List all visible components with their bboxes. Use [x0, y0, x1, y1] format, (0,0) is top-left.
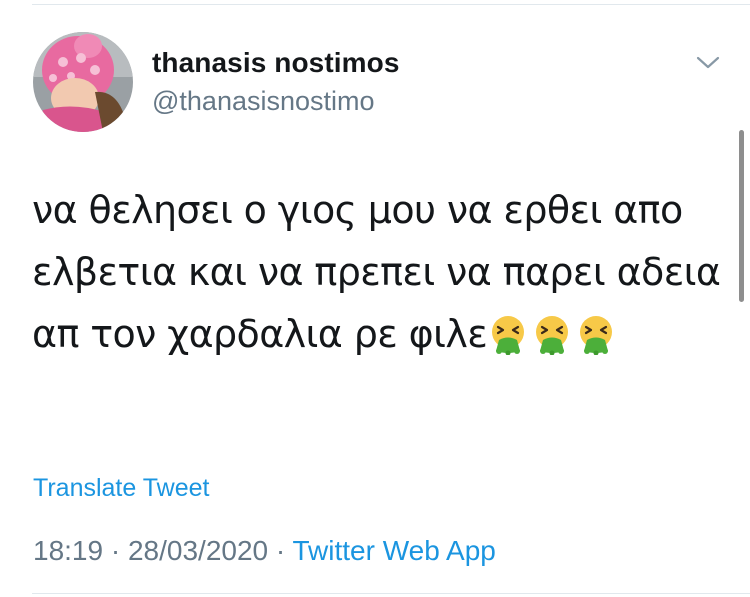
author-handle[interactable]: @thanasisnostimo [152, 86, 375, 117]
avatar[interactable] [33, 32, 133, 132]
tweet-text: να θελησει ο γιος μου να ερθει απο ελβετ… [32, 179, 722, 365]
top-divider [32, 4, 750, 5]
tweet-time[interactable]: 18:19 [33, 535, 103, 566]
meta-separator: · [268, 535, 293, 566]
chevron-down-icon[interactable] [694, 54, 722, 72]
avatar-image [33, 32, 133, 132]
tweet-meta: 18:19 · 28/03/2020 · Twitter Web App [33, 535, 496, 567]
translate-tweet-link[interactable]: Translate Tweet [33, 474, 209, 503]
scrollbar-thumb[interactable] [739, 130, 744, 302]
vomiting-face-emoji-icon [575, 311, 617, 356]
meta-separator: · [103, 535, 128, 566]
tweet-date[interactable]: 28/03/2020 [128, 535, 268, 566]
tweet-source-link[interactable]: Twitter Web App [293, 535, 496, 566]
vomiting-face-emoji-icon [531, 311, 573, 356]
bottom-divider [32, 593, 750, 594]
author-display-name[interactable]: thanasis nostimos [152, 47, 400, 79]
vomiting-face-emoji-icon [487, 311, 529, 356]
